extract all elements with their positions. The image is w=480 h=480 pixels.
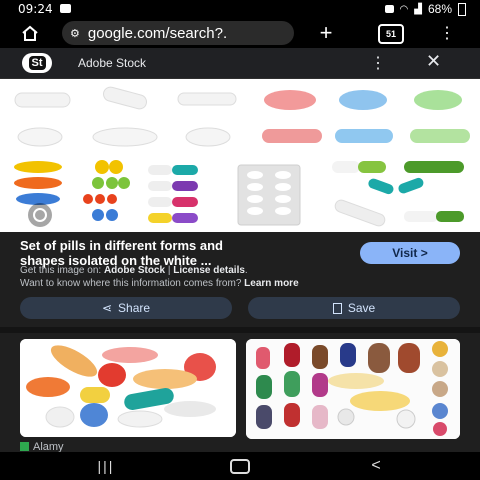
battery-percent: 68% [427,2,452,16]
home-nav-button[interactable] [228,458,252,474]
adobe-stock-logo: St [22,53,52,73]
recent-apps-button[interactable]: ||| [94,458,118,474]
image-viewer-header: St Adobe Stock ⋮ ✕ [0,48,480,79]
battery-icon [458,2,466,16]
save-button[interactable]: Save [248,297,460,319]
info-source-text: Want to know where this information come… [20,278,299,289]
home-button[interactable] [18,23,42,43]
source-link[interactable]: Adobe Stock [104,265,165,276]
plus-icon: + [319,20,333,45]
address-bar[interactable]: ⚙ google.com/search?. [62,21,294,45]
image-notification-icon [60,4,71,13]
related-image-2[interactable] [246,339,460,439]
new-tab-button[interactable]: + [316,22,336,44]
share-icon: ⋖ [101,301,113,315]
site-settings-icon[interactable]: ⚙ [70,27,80,40]
pills-photo-1 [20,339,236,437]
menu-button[interactable]: ⋮ [439,22,455,44]
share-button[interactable]: ⋖ Share [20,297,232,319]
status-bar: 09:24 ◠ ▟ 68% [0,0,480,18]
signal-icon: ▟ [414,3,422,15]
tab-switcher-button[interactable]: 51 [378,24,404,44]
more-options-icon[interactable]: ⋮ [370,53,386,73]
home-nav-icon [230,458,250,474]
more-vert-icon: ⋮ [439,25,455,42]
back-button[interactable]: < [364,457,388,474]
tab-count: 51 [385,29,396,39]
home-icon [22,25,38,41]
source-info: Get this image on: Adobe Stock | License… [20,265,248,276]
clock: 09:24 [18,2,53,16]
camera-icon [384,5,394,13]
visit-button[interactable]: Visit > [360,242,460,264]
back-icon: < [371,457,381,474]
url-text: google.com/search?. [87,24,228,42]
section-divider [0,327,480,333]
main-image[interactable] [0,79,480,232]
lens-icon[interactable] [28,203,52,227]
wifi-icon: ◠ [399,3,409,15]
alamy-favicon [20,442,29,451]
license-link[interactable]: License details [173,265,245,276]
bookmark-icon [332,302,342,314]
learn-more-link[interactable]: Learn more [244,278,298,289]
pills-image [14,86,470,227]
related-image-1[interactable] [20,339,236,437]
system-nav-bar: ||| < [0,452,480,480]
source-title: Adobe Stock [78,56,147,70]
pills-photo-2 [246,339,460,439]
result-title[interactable]: Set of pills in different forms and shap… [20,238,340,268]
browser-toolbar: ⚙ google.com/search?. + 51 ⋮ [0,18,480,48]
recents-icon: ||| [97,458,115,474]
close-icon[interactable]: ✕ [426,51,441,72]
